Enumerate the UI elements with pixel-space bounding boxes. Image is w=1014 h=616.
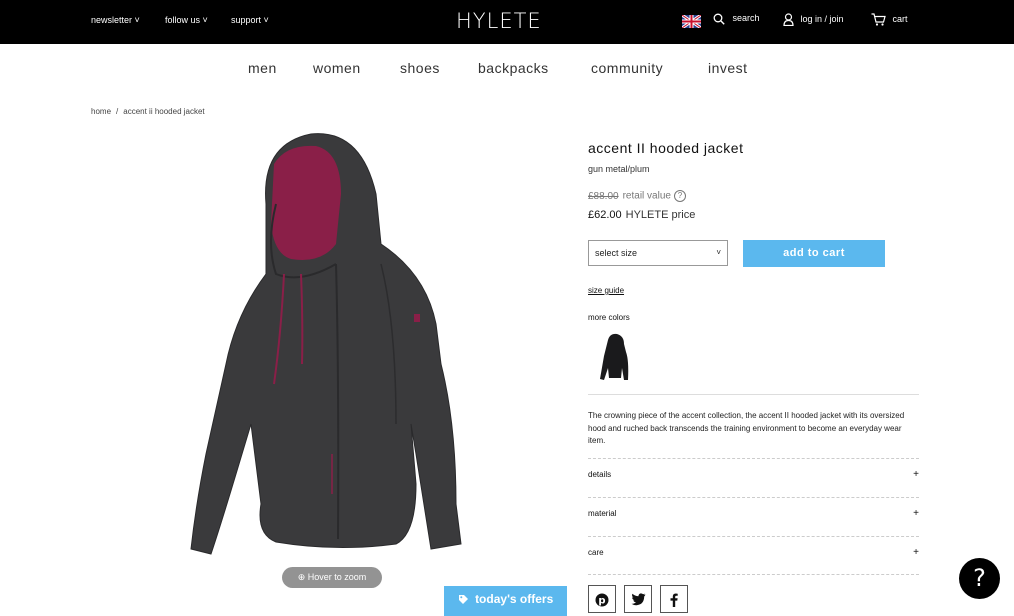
nav-women[interactable]: women [313,60,361,76]
more-colors-label: more colors [588,313,630,322]
product-image[interactable] [96,124,570,594]
chevron-down-icon: ˅ [134,15,140,25]
divider [588,394,919,395]
cart-label: cart [892,13,908,24]
accordion-details-label: details [588,470,612,479]
support-menu[interactable]: support ˅ [231,15,269,25]
accordion-care-label: care [588,548,604,557]
newsletter-menu[interactable]: newsletter ˅ [91,15,140,25]
nav-backpacks[interactable]: backpacks [478,60,549,76]
facebook-share-button[interactable] [660,585,688,613]
chevron-down-icon: ˅ [202,15,208,25]
search-icon [713,13,728,25]
breadcrumb-home[interactable]: home [91,107,111,116]
retail-price-value: £88.00 [588,190,619,202]
help-circle-icon[interactable]: ? [673,190,686,202]
product-color: gun metal/plum [588,164,650,174]
nav-invest[interactable]: invest [708,60,748,76]
plus-icon: + [913,508,919,519]
retail-price-label: retail value [622,190,671,202]
plus-icon: + [913,547,919,558]
accordion-details[interactable]: details + [588,469,919,480]
hylete-price: £62.00 HYLETE price [588,209,695,221]
search-label: search [732,13,760,24]
main-nav: men women shoes backpacks community inve… [0,60,1014,80]
zoom-label: Hover to zoom [307,572,367,582]
divider [588,458,919,459]
breadcrumb: home / accent ii hooded jacket [91,107,205,116]
tag-icon [458,592,472,606]
divider [588,574,919,575]
pinterest-share-button[interactable]: p [588,585,616,613]
size-select-label: select size [595,248,638,258]
svg-text:p: p [598,595,605,606]
nav-shoes[interactable]: shoes [400,60,440,76]
login-label: log in / join [800,13,844,24]
hylete-price-value: £62.00 [588,209,622,221]
accordion-material-label: material [588,509,617,518]
support-label: support [231,15,262,25]
newsletter-label: newsletter [91,15,133,25]
facebook-icon [670,591,678,607]
divider [588,536,919,537]
product-title: accent II hooded jacket [588,140,744,156]
todays-offers-button[interactable]: today's offers [444,586,567,616]
help-chat-button[interactable]: ? [959,558,1000,599]
hylete-logo[interactable]: HYLETE [456,9,542,33]
retail-price: £88.00 retail value? [588,190,686,202]
hylete-price-label: HYLETE price [625,209,696,221]
chevron-down-icon: ˅ [263,15,269,25]
accordion-care[interactable]: care + [588,547,919,558]
hover-to-zoom: ⊕ Hover to zoom [282,567,382,588]
cart-link[interactable]: cart [871,13,908,26]
uk-flag-icon[interactable] [681,13,702,33]
twitter-icon [630,591,646,606]
user-icon [783,13,797,27]
accordion-material[interactable]: material + [588,508,919,519]
chevron-down-icon: ˅ [716,248,721,257]
cart-icon [871,13,889,26]
login-link[interactable]: log in / join [783,13,844,27]
breadcrumb-current: accent ii hooded jacket [123,107,205,116]
breadcrumb-separator: / [116,107,119,116]
pinterest-icon: p [595,591,609,607]
zoom-icon: ⊕ [297,572,306,582]
todays-offers-label: today's offers [475,592,554,606]
search-button[interactable]: search [713,13,760,25]
follow-us-label: follow us [165,15,201,25]
add-to-cart-button[interactable]: add to cart [743,240,885,267]
help-label: ? [973,564,986,592]
plus-icon: + [913,469,919,480]
top-bar: newsletter ˅ follow us ˅ support ˅ HYLET… [0,0,1014,44]
size-select[interactable]: select size ˅ [588,240,728,266]
color-swatch-thumbnail[interactable] [596,332,634,384]
product-description: The crowning piece of the accent collect… [588,411,905,445]
size-guide-link[interactable]: size guide [588,286,624,295]
divider [588,497,919,498]
nav-men[interactable]: men [248,60,277,76]
nav-community[interactable]: community [591,60,663,76]
follow-us-menu[interactable]: follow us ˅ [165,15,208,25]
twitter-share-button[interactable] [624,585,652,613]
